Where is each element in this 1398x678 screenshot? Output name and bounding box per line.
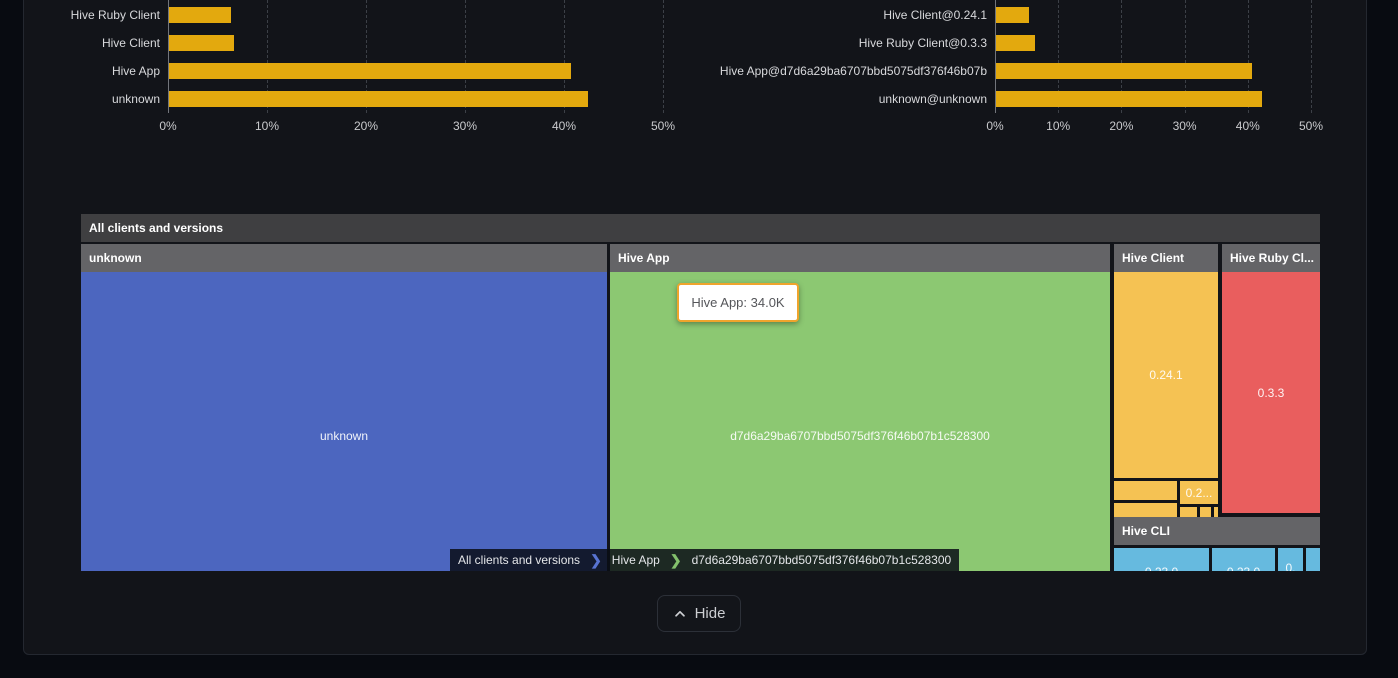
treemap-cell[interactable]: unknown (81, 272, 607, 571)
chevron-right-icon: ❯ (668, 549, 684, 571)
treemap-breadcrumb: All clients and versions ❯ Hive App ❯ d7… (450, 549, 959, 571)
category-label: Hive App (0, 63, 160, 79)
x-axis-tick-label: 30% (435, 119, 495, 133)
category-label: Hive App@d7d6a29ba6707bbd5075df376f46b07… (698, 63, 987, 79)
treemap-cell[interactable] (1214, 507, 1218, 517)
chevron-right-icon: ❯ (588, 549, 604, 571)
x-gridline (1311, 0, 1312, 113)
x-gridline (663, 0, 664, 113)
x-axis-tick-label: 0% (965, 119, 1025, 133)
bar-chart-clients: 0% 10% 20% 30% 40% 50% Hive Ruby Client Hive Cl… (0, 0, 690, 140)
treemap-section-header-hive-cli[interactable]: Hive CLI (1114, 517, 1320, 545)
bar-hive-ruby-client-0-3-3[interactable] (996, 35, 1035, 51)
treemap-cell[interactable]: 0.3.3 (1222, 272, 1320, 513)
bar-hive-app-d7d6a29ba6707bbd5075df376f46b07b[interactable] (996, 63, 1252, 79)
hide-button[interactable]: Hide (657, 595, 741, 632)
treemap-tooltip-text: Hive App: 34.0K (691, 295, 784, 310)
x-axis-tick-label: 40% (534, 119, 594, 133)
dashboard-page: 0%10%20%30%40%50%Hive Ruby ClientHive Cl… (0, 0, 1398, 678)
treemap-cell[interactable]: 0.24.1 (1114, 272, 1218, 478)
chevron-up-icon (673, 607, 687, 621)
category-label: Hive Ruby Client@0.3.3 (698, 35, 987, 51)
category-label: Hive Ruby Client (0, 7, 160, 23)
bar-chart-clients-versions: 0%10%20% 30%40%50% Hive Client@0.24.1 Hive … (698, 0, 1338, 140)
treemap-cell[interactable]: 0.23.0 (1212, 548, 1275, 571)
breadcrumb-item-root[interactable]: All clients and versions (450, 549, 588, 571)
treemap-all-clients-and-versions: All clients and versionsunknownunknownHi… (81, 214, 1320, 571)
treemap-cell[interactable]: 0.2... (1180, 481, 1218, 504)
x-axis-tick-label: 50% (633, 119, 693, 133)
x-axis-tick-label: 40% (1218, 119, 1278, 133)
bar-unknown-unknown[interactable] (996, 91, 1262, 107)
x-axis-tick-label: 0% (138, 119, 198, 133)
x-axis-tick-label: 30% (1155, 119, 1215, 133)
x-axis-tick-label: 10% (1028, 119, 1088, 133)
bar-hive-ruby-client[interactable] (169, 7, 231, 23)
category-label: unknown (0, 91, 160, 107)
treemap-cell[interactable]: 0. (1278, 548, 1303, 571)
category-label: unknown@unknown (698, 91, 987, 107)
category-label: Hive Client (0, 35, 160, 51)
treemap-cell[interactable] (1180, 507, 1197, 517)
treemap-section-header-hive-client[interactable]: Hive Client (1114, 244, 1218, 272)
treemap-cell[interactable] (1306, 548, 1320, 571)
treemap-cell[interactable] (1114, 481, 1177, 500)
treemap-cell[interactable] (1114, 503, 1177, 517)
breadcrumb-item-hash[interactable]: d7d6a29ba6707bbd5075df376f46b07b1c528300 (684, 549, 960, 571)
treemap-root-header[interactable]: All clients and versions (81, 214, 1320, 242)
bar-unknown[interactable] (169, 91, 588, 107)
breadcrumb-item-hive-app[interactable]: Hive App (604, 549, 668, 571)
treemap-tooltip: Hive App: 34.0K (677, 283, 799, 322)
treemap-section-header-hive-ruby-cl-[interactable]: Hive Ruby Cl... (1222, 244, 1320, 272)
bar-hive-app[interactable] (169, 63, 571, 79)
treemap-section-header-hive-app[interactable]: Hive App (610, 244, 1110, 272)
treemap-cell[interactable]: 0.23.0 (1114, 548, 1209, 571)
category-label: Hive Client@0.24.1 (698, 7, 987, 23)
hide-button-label: Hide (695, 605, 726, 622)
treemap-cell[interactable] (1200, 507, 1211, 517)
treemap-section-header-unknown[interactable]: unknown (81, 244, 607, 272)
x-axis-tick-label: 10% (237, 119, 297, 133)
x-axis-tick-label: 50% (1281, 119, 1341, 133)
bar-hive-client[interactable] (169, 35, 234, 51)
bar-hive-client-0-24-1[interactable] (996, 7, 1029, 23)
x-axis-tick-label: 20% (1091, 119, 1151, 133)
x-axis-tick-label: 20% (336, 119, 396, 133)
